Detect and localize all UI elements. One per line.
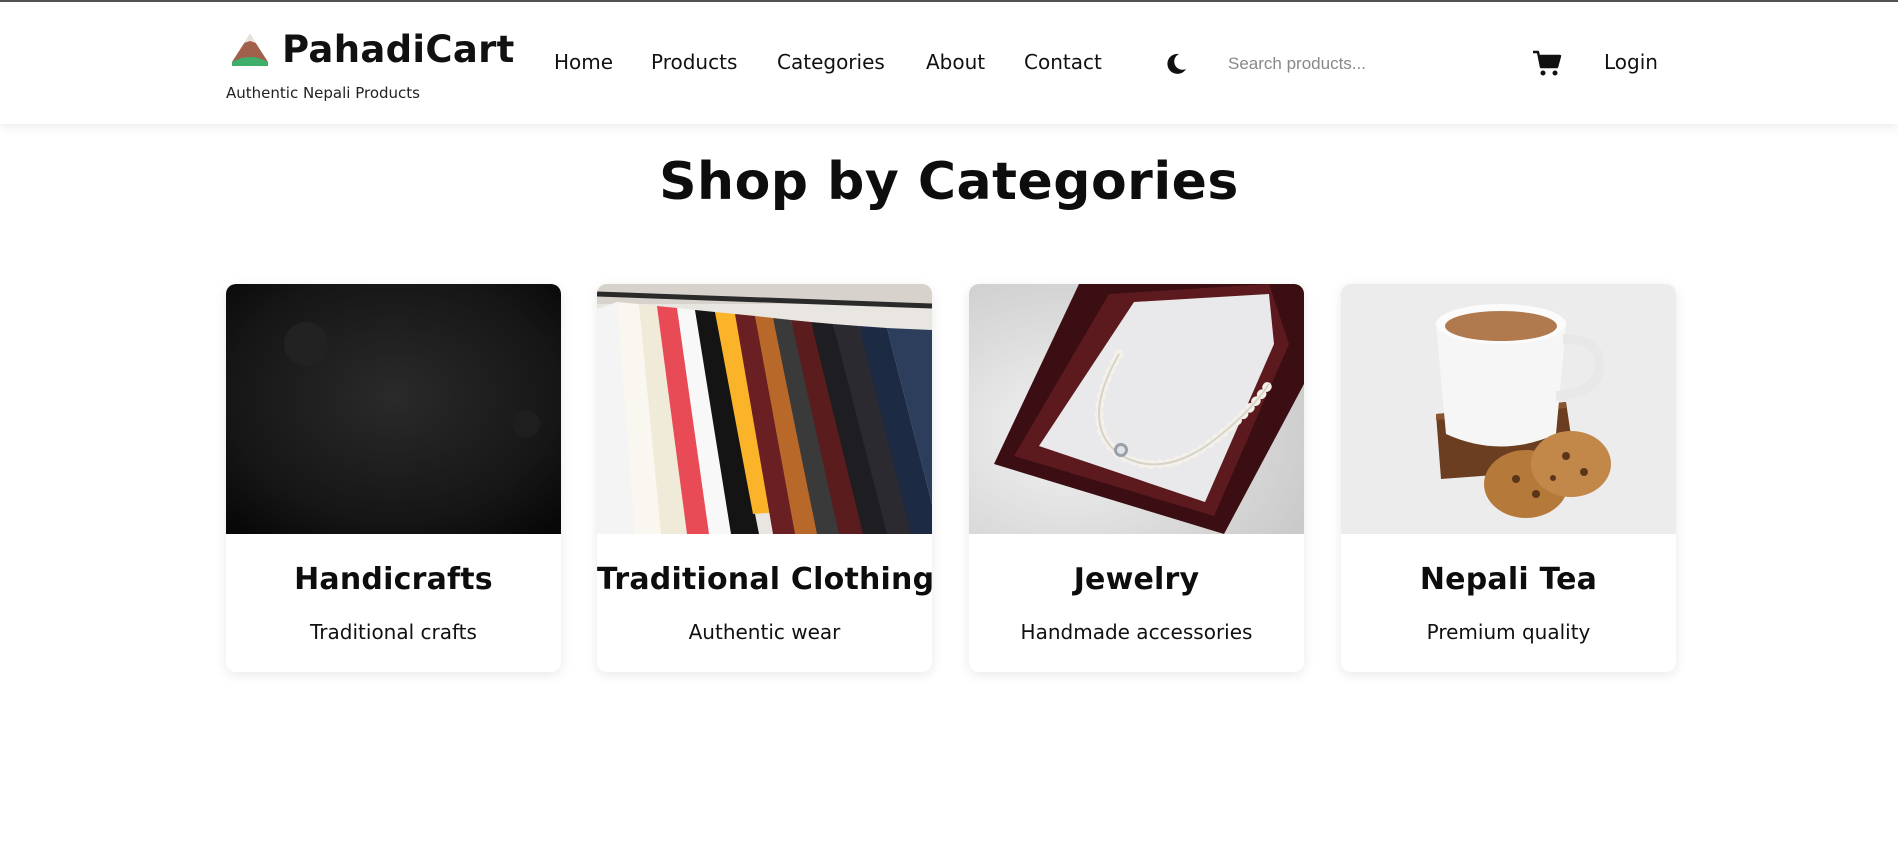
- moon-icon[interactable]: [1164, 52, 1188, 76]
- tea-cup-image: [1341, 284, 1676, 534]
- nav-about[interactable]: About: [926, 50, 985, 74]
- category-card-jewelry[interactable]: Jewelry Handmade accessories: [969, 284, 1304, 672]
- site-header: PahadiCart Authentic Nepali Products Hom…: [0, 2, 1898, 124]
- category-card-nepali-tea[interactable]: Nepali Tea Premium quality: [1341, 284, 1676, 672]
- brand[interactable]: PahadiCart Authentic Nepali Products: [226, 28, 516, 108]
- section-title: Shop by Categories: [659, 152, 1239, 212]
- category-title: Traditional Clothing: [597, 562, 932, 597]
- nav-home[interactable]: Home: [554, 50, 613, 74]
- brand-name: PahadiCart: [282, 28, 515, 71]
- login-link[interactable]: Login: [1604, 50, 1658, 74]
- brand-tagline: Authentic Nepali Products: [226, 84, 420, 102]
- category-title: Jewelry: [1073, 562, 1200, 597]
- pearl-necklace-image: [969, 284, 1304, 534]
- nav-categories[interactable]: Categories: [777, 50, 885, 74]
- mountain-icon: [230, 32, 270, 68]
- category-card-handicrafts[interactable]: Handicrafts Traditional crafts: [226, 284, 561, 672]
- category-title: Nepali Tea: [1419, 562, 1598, 597]
- nav-products[interactable]: Products: [651, 50, 737, 74]
- search-input[interactable]: [1228, 46, 1488, 82]
- cart-icon[interactable]: [1532, 48, 1562, 78]
- category-title: Handicrafts: [294, 562, 493, 597]
- category-card-traditional-clothing[interactable]: Traditional Clothing Authentic wear: [597, 284, 932, 672]
- clothing-rack-image: [597, 284, 932, 534]
- category-description: Traditional crafts: [310, 620, 477, 644]
- nav-contact[interactable]: Contact: [1024, 50, 1102, 74]
- category-description: Authentic wear: [688, 620, 841, 644]
- category-description: Handmade accessories: [1020, 620, 1253, 644]
- dark-texture-image: [226, 284, 561, 534]
- category-description: Premium quality: [1426, 620, 1591, 644]
